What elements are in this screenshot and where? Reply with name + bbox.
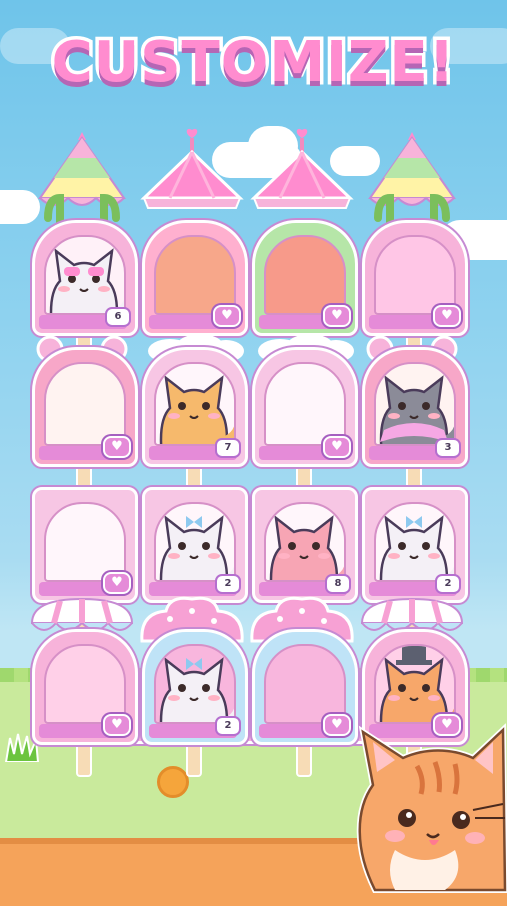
stand-slot[interactable]: ♥ [250, 128, 358, 368]
stand-slot[interactable]: ♥ [250, 593, 358, 777]
heart-icon[interactable]: ♥ [323, 436, 351, 458]
stand-slot[interactable]: 3 [360, 333, 468, 499]
count-badge: 2 [215, 716, 241, 736]
heart-icon[interactable]: ♥ [103, 436, 131, 458]
coin-icon [157, 766, 189, 798]
stand-window [154, 502, 236, 582]
stand-frame: ♥ [142, 220, 248, 336]
stand-window [44, 644, 126, 724]
heart-icon[interactable]: ♥ [213, 305, 241, 327]
cat-character-icon [46, 237, 124, 313]
stand-topper [30, 128, 134, 232]
cat-character-icon [266, 504, 344, 580]
stand-window [264, 362, 346, 446]
stand-slot[interactable]: ♥ [360, 128, 468, 368]
stand-window [374, 235, 456, 315]
stand-window [264, 235, 346, 315]
stand-window [264, 644, 346, 724]
cat-character-icon [156, 504, 234, 580]
stand-frame: ♥ [32, 347, 138, 467]
stand-window [374, 502, 456, 582]
stand-window [374, 362, 456, 446]
count-badge: 7 [215, 438, 241, 458]
stand-topper [250, 128, 354, 232]
stand-slot[interactable]: ♥ [30, 593, 138, 777]
heart-icon[interactable]: ♥ [103, 572, 131, 594]
stand-slot[interactable]: ♥ [140, 128, 248, 368]
stand-frame: ♥ [252, 347, 358, 467]
stand-frame: 2 [362, 487, 468, 603]
heart-icon[interactable]: ♥ [433, 305, 461, 327]
stand-window [154, 644, 236, 724]
cat-character-icon [156, 364, 234, 444]
count-badge: 8 [325, 574, 351, 594]
stand-frame: 2 [142, 629, 248, 745]
stand-window [44, 362, 126, 446]
stand-frame: ♥ [32, 487, 138, 603]
stand-frame: 2 [142, 487, 248, 603]
stand-slot[interactable]: 2 [140, 593, 248, 777]
stand-frame: 8 [252, 487, 358, 603]
stand-slot[interactable]: 7 [140, 333, 248, 499]
stand-frame: 7 [142, 347, 248, 467]
stand-topper [360, 128, 464, 232]
stand-slot[interactable]: 6 [30, 128, 138, 368]
stand-frame: ♥ [32, 629, 138, 745]
count-badge: 6 [105, 307, 131, 327]
stand-window [44, 502, 126, 582]
cat-character-icon [376, 504, 454, 580]
stand-frame: ♥ [252, 629, 358, 745]
stand-slot[interactable]: ♥ [250, 333, 358, 499]
page-title-text: CUSTOMIZE! [48, 27, 458, 99]
heart-icon[interactable]: ♥ [103, 714, 131, 736]
orange-tabby-cat-mascot [356, 723, 507, 893]
cat-character-icon [376, 364, 454, 444]
stand-frame: 3 [362, 347, 468, 467]
page-title: CUSTOMIZE! [0, 27, 507, 99]
stand-window [154, 362, 236, 446]
stand-window [44, 235, 126, 315]
stand-frame: ♥ [252, 220, 358, 336]
count-badge: 2 [435, 574, 461, 594]
stand-frame: 6 [32, 220, 138, 336]
heart-icon[interactable]: ♥ [323, 714, 351, 736]
heart-icon[interactable]: ♥ [323, 305, 351, 327]
stand-frame: ♥ [362, 220, 468, 336]
stand-slot[interactable]: ♥ [30, 333, 138, 499]
stand-window [154, 235, 236, 315]
stand-topper [140, 128, 244, 232]
cat-character-icon [156, 646, 234, 722]
count-badge: 3 [435, 438, 461, 458]
count-badge: 2 [215, 574, 241, 594]
stand-window [264, 502, 346, 582]
